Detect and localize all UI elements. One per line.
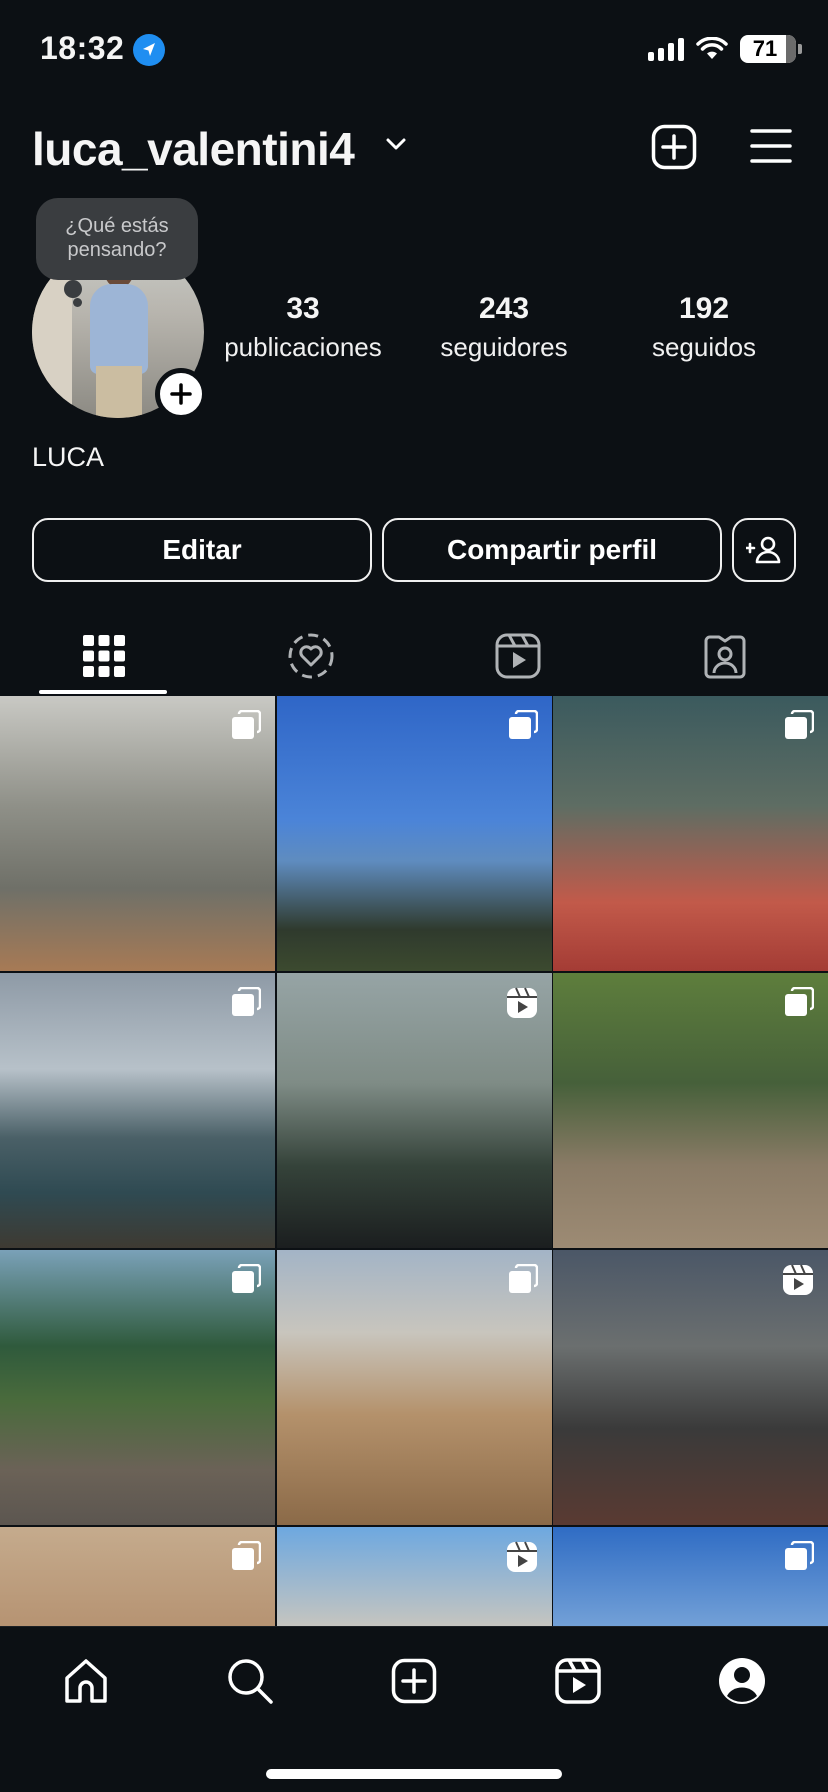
add-person-icon — [746, 536, 781, 564]
post-thumbnail[interactable] — [553, 1250, 828, 1525]
location-icon — [133, 34, 165, 66]
display-name: LUCA — [32, 442, 105, 472]
note-text-line1: ¿Qué estás — [65, 215, 169, 237]
post-thumbnail[interactable] — [276, 1527, 552, 1626]
post-thumbnail[interactable] — [276, 973, 552, 1248]
share-profile-button[interactable]: Compartir perfil — [382, 518, 722, 582]
post-thumbnail[interactable] — [553, 1527, 828, 1626]
carousel-badge-icon — [784, 709, 815, 745]
nav-create[interactable] — [384, 1651, 444, 1711]
status-bar: 18:32 71 — [0, 0, 828, 100]
stat-followers[interactable]: 243 seguidores — [409, 292, 599, 363]
post-thumbnail[interactable] — [553, 696, 828, 971]
profile-tabs — [0, 616, 828, 696]
carousel-badge-icon — [784, 986, 815, 1022]
post-thumbnail[interactable] — [553, 973, 828, 1248]
carousel-badge-icon — [508, 1263, 538, 1299]
create-icon — [391, 1658, 437, 1704]
search-icon — [228, 1659, 273, 1704]
reels-icon — [495, 633, 540, 679]
plus-icon — [170, 383, 192, 405]
carousel-badge-icon — [231, 709, 262, 745]
active-tab-indicator — [39, 690, 167, 694]
posts-grid — [0, 696, 828, 1626]
menu-icon[interactable] — [750, 128, 792, 164]
post-thumbnail[interactable] — [0, 1527, 275, 1626]
status-time: 18:32 — [40, 30, 125, 66]
posts-label: publicaciones — [224, 332, 382, 362]
post-thumbnail[interactable] — [276, 1250, 552, 1525]
carousel-badge-icon — [231, 1540, 262, 1576]
tagged-person-icon — [704, 635, 745, 679]
following-label: seguidos — [651, 332, 757, 362]
post-thumbnail[interactable] — [0, 1250, 275, 1525]
tab-posts-grid[interactable] — [0, 616, 207, 696]
note-text-line2: pensando? — [67, 239, 167, 261]
reel-badge-icon — [506, 1541, 538, 1578]
tab-tagged[interactable] — [621, 616, 828, 696]
carousel-badge-icon — [784, 1540, 815, 1576]
nav-profile[interactable] — [712, 1651, 772, 1711]
nav-home[interactable] — [56, 1651, 116, 1711]
edit-profile-button[interactable]: Editar — [32, 518, 372, 582]
profile-header: luca_valentini4 — [0, 110, 828, 180]
note-bubble-tail-small — [73, 298, 82, 307]
nav-search[interactable] — [220, 1651, 280, 1711]
cellular-signal-icon — [648, 37, 684, 61]
create-post-icon[interactable] — [651, 124, 697, 170]
nav-reels[interactable] — [548, 1651, 608, 1711]
note-bubble[interactable]: ¿Qué estás pensando? — [36, 198, 198, 280]
post-thumbnail[interactable] — [0, 973, 275, 1248]
home-indicator — [266, 1769, 562, 1779]
stat-following[interactable]: 192 seguidos — [609, 292, 799, 363]
reel-badge-icon — [506, 987, 538, 1024]
carousel-badge-icon — [508, 709, 538, 745]
username-switcher[interactable]: luca_valentini4 — [32, 122, 355, 176]
posts-count: 33 — [286, 292, 320, 325]
post-thumbnail[interactable] — [276, 696, 552, 971]
post-thumbnail[interactable] — [0, 696, 275, 971]
followers-count: 243 — [478, 292, 530, 325]
chevron-down-icon[interactable] — [384, 132, 408, 156]
reels-icon — [555, 1658, 601, 1704]
battery-level: 71 — [752, 36, 778, 61]
status-indicators: 71 — [648, 34, 802, 64]
carousel-badge-icon — [231, 1263, 262, 1299]
tab-liked[interactable] — [207, 616, 414, 696]
home-icon — [65, 1659, 107, 1703]
profile-icon — [719, 1658, 765, 1704]
followers-label: seguidores — [440, 332, 568, 362]
carousel-badge-icon — [231, 986, 262, 1022]
grid-icon — [82, 635, 125, 677]
battery-icon: 71 — [740, 35, 802, 63]
following-count: 192 — [678, 292, 730, 325]
tab-reels[interactable] — [414, 616, 621, 696]
note-bubble-tail — [64, 280, 82, 298]
stat-posts[interactable]: 33 publicaciones — [208, 292, 398, 363]
tagged-heart-icon — [288, 633, 333, 679]
bottom-navigation — [0, 1626, 828, 1792]
discover-people-button[interactable] — [732, 518, 796, 582]
add-story-button[interactable] — [155, 368, 207, 420]
reel-badge-icon — [782, 1264, 814, 1301]
wifi-icon — [696, 37, 728, 59]
